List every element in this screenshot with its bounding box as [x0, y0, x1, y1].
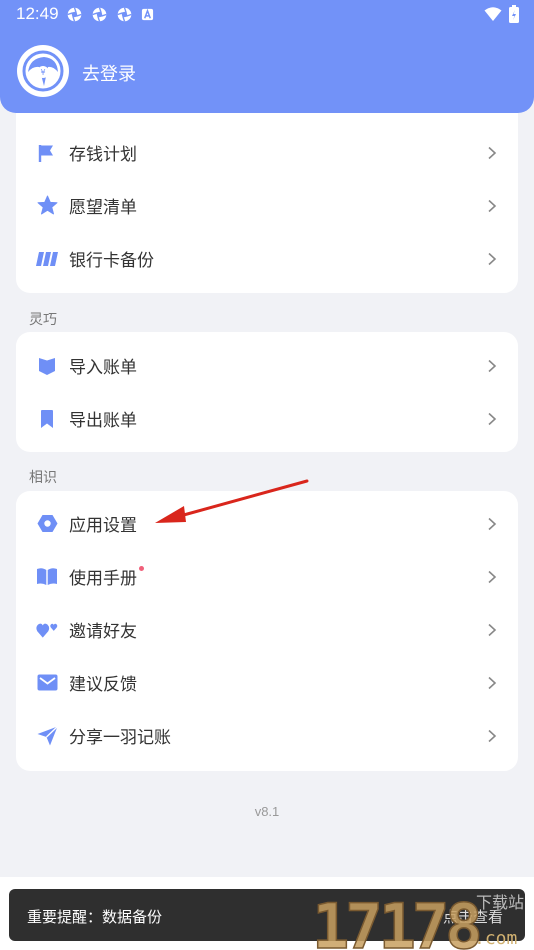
menu-item-bank-card-backup[interactable]: 银行卡备份 — [16, 232, 518, 285]
a-badge-icon — [141, 8, 154, 21]
chevron-right-icon — [488, 517, 497, 530]
card-bills: 导入账单 导出账单 — [16, 332, 518, 452]
aperture-icon — [117, 7, 132, 22]
new-badge-dot — [139, 566, 144, 571]
menu-item-user-manual[interactable]: 使用手册 — [16, 550, 518, 603]
chevron-right-icon — [488, 199, 497, 212]
card-savings: 存钱计划 愿望清单 银行卡备份 — [16, 113, 518, 293]
bookmark-icon — [36, 408, 58, 430]
shield-icon — [36, 355, 58, 377]
mail-icon — [36, 672, 58, 694]
status-time: 12:49 — [16, 4, 59, 23]
chevron-right-icon — [488, 729, 497, 742]
chevron-right-icon — [488, 146, 497, 159]
chevron-right-icon — [488, 623, 497, 636]
watermark-number: 17178 — [312, 890, 479, 950]
menu-item-label: 建议反馈 — [69, 675, 137, 694]
battery-icon — [509, 5, 519, 23]
section-title-xiangshi: 相识 — [29, 469, 57, 485]
system-icons — [484, 5, 520, 23]
hexagon-gear-icon — [36, 513, 58, 535]
app-logo-icon: ¥ — [21, 49, 65, 93]
menu-item-import-bills[interactable]: 导入账单 — [16, 339, 518, 392]
menu-item-label: 导入账单 — [69, 358, 137, 377]
chevron-right-icon — [488, 676, 497, 689]
menu-item-label: 应用设置 — [69, 516, 137, 535]
menu-item-label: 愿望清单 — [69, 198, 137, 217]
aperture-icon — [92, 7, 107, 22]
flag-icon — [36, 142, 58, 164]
menu-item-share-app[interactable]: 分享一羽记账 — [16, 709, 518, 762]
notification-icons — [66, 6, 154, 23]
chevron-right-icon — [488, 252, 497, 265]
menu-item-label: 导出账单 — [69, 411, 137, 430]
star-icon — [36, 195, 58, 217]
menu-item-label: 使用手册 — [69, 564, 144, 589]
chevron-right-icon — [488, 570, 497, 583]
aperture-icon — [67, 7, 82, 22]
card-app: 应用设置 使用手册 邀请好友 建议反馈 分享一羽记账 — [16, 491, 518, 771]
watermark-logo: 17178 下载站 .com — [312, 889, 524, 950]
login-button[interactable]: 去登录 — [82, 60, 136, 86]
section-title-lingqiao: 灵巧 — [29, 311, 57, 327]
menu-item-savings-plan[interactable]: 存钱计划 — [16, 126, 518, 179]
menu-item-wishlist[interactable]: 愿望清单 — [16, 179, 518, 232]
hearts-icon — [36, 619, 58, 641]
watermark-domain: .com — [474, 928, 517, 949]
card-stripes-icon — [36, 248, 58, 270]
chevron-right-icon — [488, 359, 497, 372]
menu-item-feedback[interactable]: 建议反馈 — [16, 656, 518, 709]
watermark-sub: 下载站 — [476, 893, 524, 912]
menu-item-label: 分享一羽记账 — [69, 728, 171, 747]
version-label: v8.1 — [254, 804, 280, 819]
menu-item-label: 银行卡备份 — [69, 251, 154, 270]
avatar[interactable]: ¥ — [17, 45, 69, 97]
toast-text: 重要提醒：数据备份 — [27, 909, 163, 926]
svg-text:¥: ¥ — [40, 68, 45, 77]
annotation-arrow — [155, 479, 309, 523]
menu-item-invite-friends[interactable]: 邀请好友 — [16, 603, 518, 656]
send-icon — [36, 725, 58, 747]
book-icon — [36, 566, 58, 588]
menu-item-label: 邀请好友 — [69, 622, 137, 641]
chevron-right-icon — [488, 412, 497, 425]
wifi-icon — [484, 7, 502, 21]
menu-item-label: 存钱计划 — [69, 145, 137, 164]
menu-item-export-bills[interactable]: 导出账单 — [16, 392, 518, 445]
status-bar: 12:49 — [0, 0, 534, 30]
